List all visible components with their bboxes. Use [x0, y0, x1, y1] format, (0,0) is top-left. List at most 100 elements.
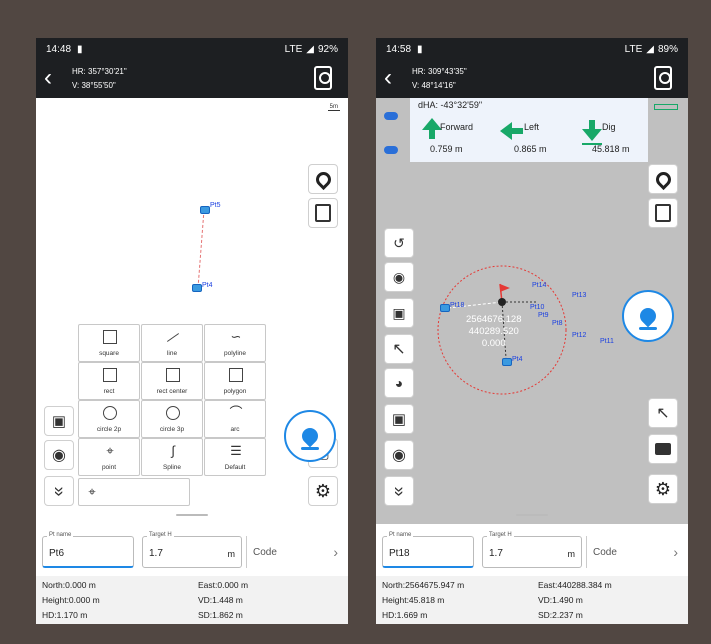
status-time: 14:58 — [386, 43, 412, 55]
total-station-icon[interactable] — [314, 66, 332, 90]
vd-value: VD:1.448 m — [198, 595, 243, 605]
arc-icon: ⌒ — [229, 405, 243, 420]
notification-icon: ▮ — [417, 43, 423, 55]
point-marker[interactable] — [502, 358, 512, 366]
rect-center-icon — [166, 368, 180, 382]
status-bar: 14:58 ▮ LTE ◢ 89% — [376, 38, 688, 60]
pt-name-field[interactable]: Pt name Pt18 — [382, 532, 474, 568]
status-bar: 14:48 ▮ LTE ◢ 92% — [36, 38, 348, 60]
compass-icon: ◕ — [394, 375, 404, 391]
zoom-extent-button[interactable] — [44, 406, 74, 436]
signal-icon: ◢ — [306, 43, 314, 55]
code-field[interactable]: Code › — [586, 536, 682, 568]
point-marker[interactable] — [200, 206, 210, 214]
magnet-button[interactable]: ↺ — [384, 228, 414, 258]
tool-spline[interactable]: ∫ Spline — [141, 438, 203, 476]
point-icon: ⌖ — [88, 484, 96, 499]
target-height: 0.000 — [481, 338, 506, 349]
circle-3p-icon — [166, 406, 180, 420]
hr-angle: HR: 357°30'21" — [72, 67, 127, 76]
layers-icon: ☰ — [230, 443, 242, 458]
total-station-icon[interactable] — [654, 66, 672, 90]
flag-icon — [500, 284, 510, 292]
hd-value: HD:1.170 m — [42, 610, 88, 620]
tool-polygon[interactable]: polygon — [204, 362, 266, 400]
tool-rect[interactable]: rect — [78, 362, 140, 400]
phone-screen-1: 14:48 ▮ LTE ◢ 92% ‹ HR: 357°30'21" V: 38… — [36, 38, 348, 624]
tool-circle-3p[interactable]: circle 3p — [141, 400, 203, 438]
compass-button[interactable]: ◕ — [384, 368, 414, 398]
tool-point[interactable]: ⌖ point — [78, 438, 140, 476]
sd-value: SD:1.862 m — [198, 610, 243, 620]
save-button[interactable] — [308, 198, 338, 228]
pick-point-button[interactable] — [648, 398, 678, 428]
signal-icon: ◢ — [646, 43, 654, 55]
center-location-button[interactable] — [44, 440, 74, 470]
tool-circle-2p[interactable]: circle 2p — [78, 400, 140, 438]
point-label: Pt12 — [572, 332, 587, 339]
map-layer-button[interactable]: ▣ — [384, 298, 414, 328]
point-label: Pt4 — [512, 356, 523, 363]
zoom-extent-button[interactable] — [384, 404, 414, 434]
snap-point-button[interactable]: ◉ — [384, 262, 414, 292]
code-field[interactable]: Code › — [246, 536, 342, 568]
open-folder-button[interactable] — [648, 434, 678, 464]
locate-point-button[interactable] — [648, 164, 678, 194]
pt-name-field[interactable]: Pt name Pt6 — [42, 532, 134, 568]
angle-readout: HR: 357°30'21" V: 38°55'50" — [72, 65, 127, 93]
snap-pin-icon: ◉ — [392, 268, 406, 285]
measurement-info: North:2564675.947 m East:440288.384 m He… — [376, 576, 688, 624]
stakeout-fab[interactable] — [622, 290, 674, 342]
point-label: Pt10 — [530, 304, 545, 311]
tool-polyline[interactable]: ∽ polyline — [204, 324, 266, 362]
tool-rect-center[interactable]: rect center — [141, 362, 203, 400]
height-value: Height:45.818 m — [382, 595, 445, 605]
settings-button[interactable] — [308, 476, 338, 506]
target-coordinates: 2564676.128 440289.520 0.000 — [466, 314, 521, 350]
map-canvas[interactable]: 5m Pt5 Pt4 square line ∽ polyline rect re… — [36, 98, 348, 524]
stakeout-fab[interactable] — [284, 410, 336, 462]
v-angle: V: 38°55'50" — [72, 81, 116, 90]
target-east: 440289.520 — [468, 326, 519, 337]
v-angle: V: 48°14'16" — [412, 81, 456, 90]
back-icon[interactable]: ‹ — [44, 66, 52, 90]
tool-arc[interactable]: ⌒ arc — [204, 400, 266, 438]
collapse-toolbar-button[interactable] — [384, 476, 414, 506]
back-icon[interactable]: ‹ — [384, 66, 392, 90]
square-icon — [103, 330, 117, 344]
app-header: ‹ HR: 357°30'21" V: 38°55'50" — [36, 60, 348, 98]
tool-line[interactable]: line — [141, 324, 203, 362]
map-icon: ▣ — [392, 304, 406, 321]
spline-icon: ∫ — [171, 443, 175, 458]
point-marker[interactable] — [440, 304, 450, 312]
save-button[interactable] — [648, 198, 678, 228]
collapse-toolbar-button[interactable] — [44, 476, 74, 506]
rect-icon — [103, 368, 117, 382]
point-form: Pt name Pt6 Target H 1.7 m Code › — [36, 530, 348, 576]
polygon-icon — [229, 368, 243, 382]
hr-angle: HR: 309°43'35" — [412, 67, 467, 76]
point-label: Pt11 — [600, 338, 614, 345]
battery-level: 92% — [317, 43, 338, 55]
tool-layers[interactable]: ☰ Default — [204, 438, 266, 476]
current-position-icon — [498, 298, 506, 306]
battery-level: 89% — [657, 43, 678, 55]
select-button[interactable] — [384, 334, 414, 364]
map-canvas[interactable]: dHA: -43°32'59" Forward 0.759 m Left 0.8… — [376, 98, 688, 524]
settings-button[interactable] — [648, 474, 678, 504]
drag-handle[interactable] — [516, 514, 548, 516]
point-label: Pt8 — [552, 320, 563, 327]
locate-point-button[interactable] — [308, 164, 338, 194]
phone-screen-2: 14:58 ▮ LTE ◢ 89% ‹ HR: 309°43'35" V: 48… — [376, 38, 688, 624]
point-marker[interactable] — [192, 284, 202, 292]
target-h-field[interactable]: Target H 1.7 m — [142, 532, 242, 568]
measurement-info: North:0.000 m East:0.000 m Height:0.000 … — [36, 576, 348, 624]
line-icon — [166, 333, 180, 342]
point-label: Pt5 — [210, 202, 221, 209]
network-label: LTE — [624, 43, 643, 55]
target-h-field[interactable]: Target H 1.7 m — [482, 532, 582, 568]
current-tool-field[interactable]: ⌖ — [78, 478, 190, 506]
tool-square[interactable]: square — [78, 324, 140, 362]
drag-handle[interactable] — [176, 514, 208, 516]
center-location-button[interactable] — [384, 440, 414, 470]
